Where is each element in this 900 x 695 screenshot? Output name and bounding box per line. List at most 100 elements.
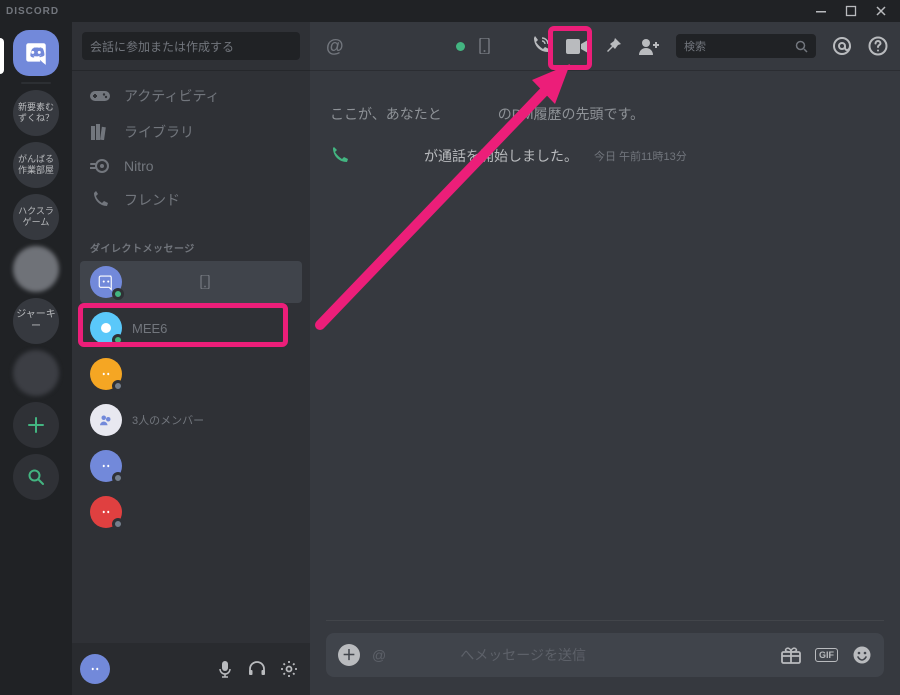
gift-button[interactable] xyxy=(781,646,801,664)
mobile-icon xyxy=(200,275,210,289)
server-shortcut[interactable] xyxy=(13,246,59,292)
wordmark: DISCORD xyxy=(6,6,59,17)
dm-name xyxy=(132,457,158,476)
nav-activity[interactable]: アクティビティ xyxy=(80,78,302,114)
nav-label: アクティビティ xyxy=(124,86,220,106)
chat-area: @ 検索 ここが、あなたと のDM履歴の先頭です。 xyxy=(310,22,900,695)
mentions-button[interactable] xyxy=(832,36,852,56)
dm-name: MEE6 xyxy=(132,321,167,336)
topbar: @ 検索 xyxy=(310,22,900,70)
gif-button[interactable]: GIF xyxy=(815,648,838,662)
quick-switcher-placeholder: 会話に参加または作成する xyxy=(90,38,234,55)
help-icon xyxy=(868,36,888,56)
rail-separator xyxy=(21,82,51,84)
add-server-button[interactable] xyxy=(13,402,59,448)
phone-icon xyxy=(90,191,110,209)
server-rail: 新要素むずくね？ がんばる作業部屋 ハクスラゲーム ジャーキー xyxy=(0,22,72,695)
call-username xyxy=(358,146,386,166)
emoji-button[interactable] xyxy=(852,645,872,665)
gift-icon xyxy=(781,646,801,664)
group-avatar-icon xyxy=(97,411,115,429)
call-started-row: が通話を開始しました。 今日 午前11時13分 xyxy=(330,146,880,166)
phone-icon xyxy=(330,147,348,165)
self-username xyxy=(118,661,154,678)
dm-start-text: ここが、あなたと のDM履歴の先頭です。 xyxy=(330,104,880,124)
dm-name xyxy=(132,365,158,384)
dm-name xyxy=(132,503,158,522)
video-icon xyxy=(566,39,588,54)
message-composer[interactable]: ＋ @ へメッセージを送信 GIF xyxy=(326,633,884,677)
dm-item[interactable] xyxy=(80,353,302,395)
pinned-messages-button[interactable] xyxy=(604,37,622,55)
discord-avatar-icon xyxy=(97,457,115,475)
add-friends-button[interactable] xyxy=(638,38,660,55)
window-maximize[interactable] xyxy=(838,1,864,21)
mute-button[interactable] xyxy=(212,660,238,678)
attach-button[interactable]: ＋ xyxy=(338,644,360,666)
at-icon: @ xyxy=(326,36,344,57)
search-input[interactable]: 検索 xyxy=(676,34,816,58)
search-placeholder: 検索 xyxy=(684,38,706,54)
status-dot-online xyxy=(456,42,465,51)
nav-label: ライブラリ xyxy=(124,122,194,142)
dm-item[interactable]: MEE6 xyxy=(80,307,302,349)
dm-item[interactable]: 3人のメンバー xyxy=(80,399,302,441)
quick-switcher[interactable]: 会話に参加または作成する xyxy=(82,32,300,60)
home-pill xyxy=(0,38,4,74)
at-icon xyxy=(832,36,852,56)
library-icon xyxy=(90,124,110,140)
deafen-button[interactable] xyxy=(244,660,270,678)
start-video-call-button[interactable] xyxy=(566,39,588,54)
window-minimize[interactable] xyxy=(808,1,834,21)
explore-button[interactable] xyxy=(13,454,59,500)
nav-friends[interactable]: フレンド xyxy=(80,182,302,218)
discord-avatar-icon xyxy=(97,503,115,521)
emoji-icon xyxy=(852,645,872,665)
composer-divider xyxy=(326,620,884,621)
gear-icon xyxy=(280,660,298,678)
private-channels: 会話に参加または作成する アクティビティ ライブラリ Nitro フレンド ダイ… xyxy=(72,22,310,695)
mobile-icon xyxy=(479,38,490,54)
composer-placeholder: @ へメッセージを送信 xyxy=(372,645,586,665)
gamepad-icon xyxy=(90,89,110,103)
dm-item-selected[interactable] xyxy=(80,261,302,303)
dm-name: 3人のメンバー xyxy=(132,412,204,428)
server-shortcut[interactable]: がんばる作業部屋 xyxy=(13,142,59,188)
search-icon xyxy=(26,467,46,487)
titlebar: DISCORD xyxy=(0,0,900,22)
dm-header: ダイレクトメッセージ xyxy=(72,226,310,259)
server-shortcut[interactable]: ジャーキー xyxy=(13,298,59,344)
window-close[interactable] xyxy=(868,1,894,21)
discord-logo-icon xyxy=(23,40,49,66)
chat-username xyxy=(358,36,442,56)
timestamp: 今日 午前11時13分 xyxy=(594,148,687,164)
headphones-icon xyxy=(248,660,266,676)
nav-label: フレンド xyxy=(124,190,180,210)
dm-item[interactable] xyxy=(80,445,302,487)
server-shortcut[interactable]: ハクスラゲーム xyxy=(13,194,59,240)
nav-library[interactable]: ライブラリ xyxy=(80,114,302,150)
microphone-icon xyxy=(217,660,233,678)
pin-icon xyxy=(604,37,622,55)
add-user-icon xyxy=(638,38,660,55)
user-panel xyxy=(72,643,310,695)
self-avatar[interactable] xyxy=(80,654,110,684)
server-shortcut[interactable] xyxy=(13,350,59,396)
nav-label: Nitro xyxy=(124,158,154,174)
plus-icon xyxy=(26,415,46,435)
bot-avatar-icon xyxy=(98,320,114,336)
start-voice-call-button[interactable] xyxy=(530,36,550,56)
nav-nitro[interactable]: Nitro xyxy=(80,150,302,182)
search-icon xyxy=(795,40,808,53)
server-shortcut[interactable]: 新要素むずくね？ xyxy=(13,90,59,136)
help-button[interactable] xyxy=(868,36,888,56)
dm-name xyxy=(132,273,184,292)
settings-button[interactable] xyxy=(276,660,302,678)
message-list[interactable]: ここが、あなたと のDM履歴の先頭です。 が通話を開始しました。 今日 午前11… xyxy=(310,70,900,620)
discord-avatar-icon xyxy=(97,273,115,291)
home-button[interactable] xyxy=(13,30,59,76)
phone-call-icon xyxy=(530,36,550,56)
nitro-icon xyxy=(90,159,110,173)
dm-item[interactable] xyxy=(80,491,302,533)
discord-avatar-icon xyxy=(97,365,115,383)
